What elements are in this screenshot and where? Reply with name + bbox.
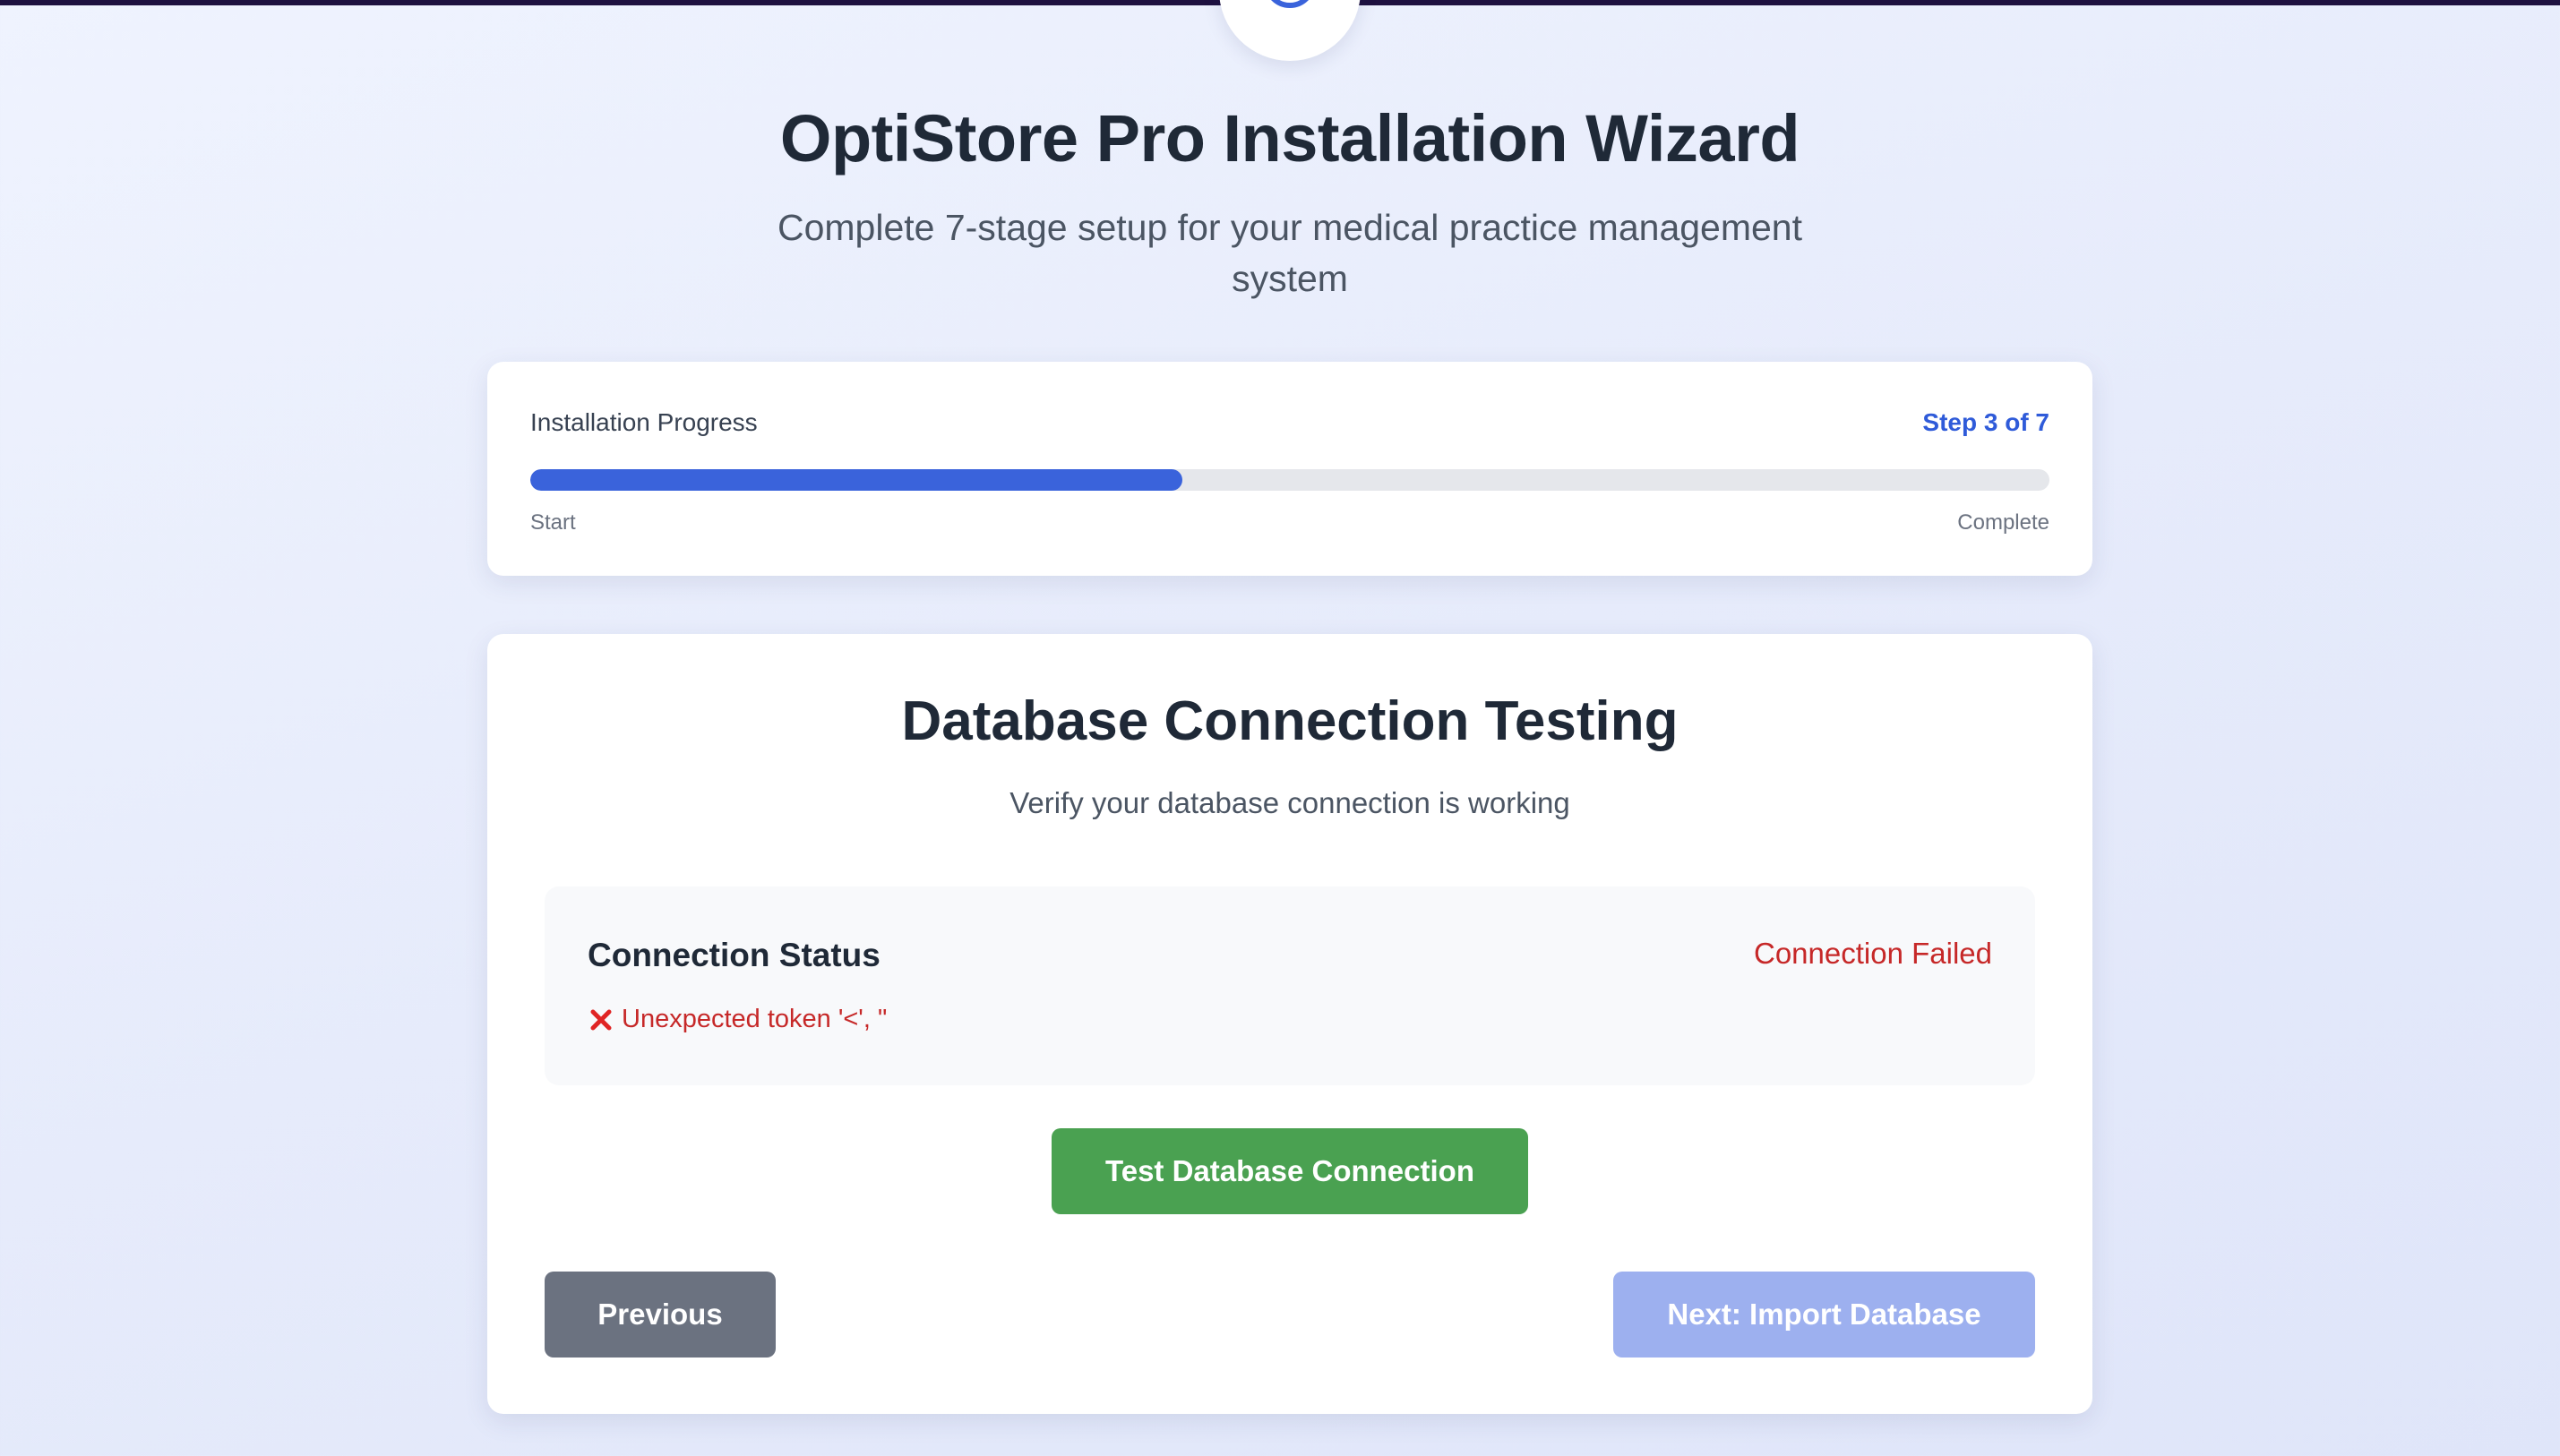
next-button[interactable]: Next: Import Database <box>1613 1272 2035 1358</box>
previous-button[interactable]: Previous <box>545 1272 776 1358</box>
logo-badge <box>1219 0 1361 61</box>
page-subtitle: Complete 7-stage setup for your medical … <box>777 207 1803 299</box>
connection-status-title: Connection Status <box>588 937 881 973</box>
test-connection-button[interactable]: Test Database Connection <box>1052 1128 1528 1214</box>
x-mark-icon <box>588 1006 614 1033</box>
connection-error-text: Unexpected token '<', " <box>622 1005 888 1033</box>
connection-status-value: Connection Failed <box>1754 937 1992 970</box>
progress-card: Installation Progress Step 3 of 7 Start … <box>487 362 2092 576</box>
step-title: Database Connection Testing <box>901 690 1679 752</box>
progress-start-label: Start <box>530 510 576 535</box>
progress-label: Installation Progress <box>530 408 758 436</box>
progress-end-label: Complete <box>1957 510 2049 535</box>
connection-error-message: Unexpected token '<', " <box>588 1005 887 1034</box>
page-title: OptiStore Pro Installation Wizard <box>779 101 1800 176</box>
spinner-icon <box>1271 0 1309 8</box>
connection-status-panel: Connection Status Connection Failed Unex… <box>545 886 2035 1085</box>
progress-step-indicator: Step 3 of 7 <box>1922 408 2049 436</box>
step-subtitle: Verify your database connection is worki… <box>1009 786 1570 819</box>
step-card: Database Connection Testing Verify your … <box>487 634 2092 1414</box>
progress-bar <box>530 469 2049 491</box>
progress-bar-fill <box>530 469 1182 491</box>
